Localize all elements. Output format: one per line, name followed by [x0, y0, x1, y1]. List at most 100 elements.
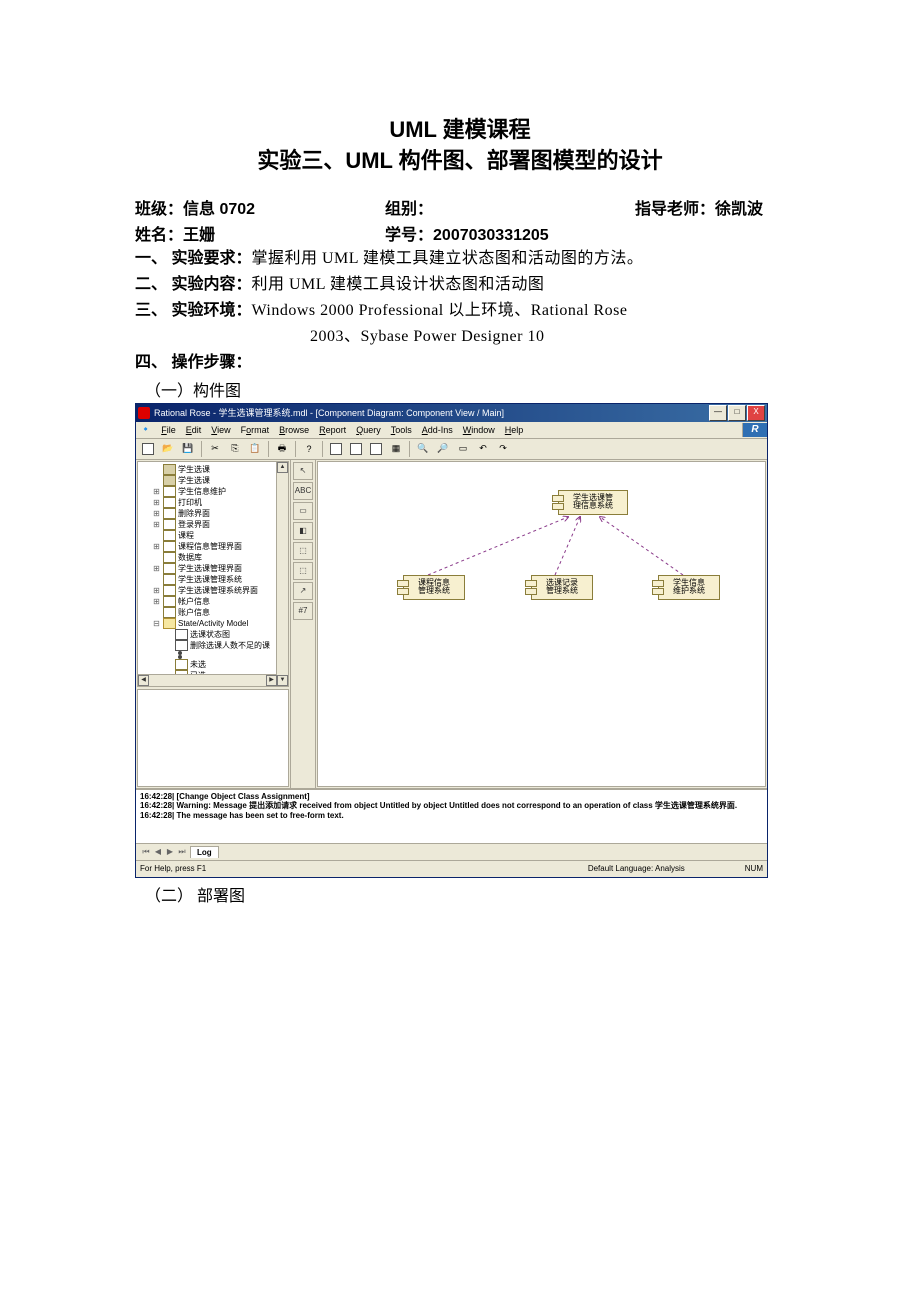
scroll-left-icon[interactable]: ◀ — [138, 675, 149, 686]
tb-open-icon[interactable]: 📂 — [159, 440, 177, 458]
menu-file[interactable]: File — [161, 425, 176, 435]
tab-prev-icon[interactable]: ◀ — [152, 847, 164, 856]
tree-item[interactable]: 数据库 — [140, 552, 286, 563]
tree-item[interactable]: ⊞打印机 — [140, 497, 286, 508]
maximize-button[interactable]: □ — [728, 405, 746, 421]
tree-item[interactable]: 删除选课人数不足的课 — [140, 640, 286, 651]
log-time: 16:42:28| — [140, 792, 174, 801]
tree-expand-icon[interactable]: ⊞ — [152, 541, 161, 552]
tree-item[interactable]: 课程 — [140, 530, 286, 541]
tree-scrollbar-vertical[interactable]: ▲ ▼ — [276, 462, 288, 686]
tree-expand-icon[interactable]: ⊞ — [152, 585, 161, 596]
tool-note-icon[interactable]: ▭ — [293, 502, 313, 520]
tb-view4-icon[interactable]: ▦ — [387, 440, 405, 458]
tree-item[interactable]: ⊞删除界面 — [140, 508, 286, 519]
tree-item[interactable]: 学生选课管理系统 — [140, 574, 286, 585]
tree-cls-icon — [163, 585, 176, 596]
tool-package-icon[interactable]: ⬚ — [293, 542, 313, 560]
tb-new-icon[interactable] — [139, 440, 157, 458]
tree-item[interactable]: ⊞学生选课管理界面 — [140, 563, 286, 574]
tree-item[interactable]: 学生选课 — [140, 464, 286, 475]
tree-expand-icon[interactable]: ⊞ — [152, 508, 161, 519]
scroll-right-icon[interactable]: ▶ — [266, 675, 277, 686]
tree-item[interactable]: ⊞ 登录界面 — [140, 519, 286, 530]
tb-fit-icon[interactable]: ▭ — [454, 440, 472, 458]
app-icon — [138, 407, 150, 419]
output-log[interactable]: 16:42:28| [Change Object Class Assignmen… — [136, 790, 767, 843]
tool-lock-icon[interactable]: #7 — [293, 602, 313, 620]
tree-scrollbar-horizontal[interactable]: ◀ ▶ — [138, 674, 277, 686]
tab-last-icon[interactable]: ⏭ — [176, 847, 188, 857]
name-label: 姓名： — [135, 227, 183, 244]
menu-query[interactable]: Query — [356, 425, 381, 435]
diagram-canvas[interactable]: 学生选课管 理信息系统 课程信息 管理系统 选课记录 管理系统 学生信息 维护系… — [317, 461, 766, 787]
close-button[interactable]: X — [747, 405, 765, 421]
tool-dependency-icon[interactable]: ↗ — [293, 582, 313, 600]
tb-redo-icon[interactable]: ↷ — [494, 440, 512, 458]
scroll-down-icon[interactable]: ▼ — [277, 675, 288, 686]
tree-item[interactable]: ⊞课程信息管理界面 — [140, 541, 286, 552]
tb-help-icon[interactable]: ? — [300, 440, 318, 458]
tree-expand-icon[interactable]: ⊞ — [152, 497, 161, 508]
tool-text-icon[interactable]: ABC — [293, 482, 313, 500]
menu-browse[interactable]: Browse — [279, 425, 309, 435]
component-top[interactable]: 学生选课管 理信息系统 — [558, 490, 628, 516]
browser-tree[interactable]: 学生选课学生选课⊞学生信息维护⊞打印机⊞删除界面⊞登录界面课程⊞课程信息管理界面… — [137, 461, 289, 687]
tree-item[interactable]: 学生选课 — [140, 475, 286, 486]
component-left[interactable]: 课程信息 管理系统 — [403, 575, 465, 601]
tree-expand-icon[interactable]: ⊞ — [152, 519, 161, 530]
id-value: 2007030331205 — [433, 227, 549, 244]
menu-addins[interactable]: Add-Ins — [422, 425, 453, 435]
tb-save-icon[interactable]: 💾 — [179, 440, 197, 458]
menu-window[interactable]: Window — [463, 425, 495, 435]
tool-subprog-icon[interactable]: ⬚ — [293, 562, 313, 580]
tree-expand-icon[interactable]: ⊞ — [152, 486, 161, 497]
tb-print-icon[interactable]: 🖶 — [273, 440, 291, 458]
tree-item[interactable]: 选课状态图 — [140, 629, 286, 640]
name-value: 王姗 — [183, 227, 215, 244]
tb-view2-icon[interactable] — [347, 440, 365, 458]
tb-cut-icon[interactable]: ✂ — [206, 440, 224, 458]
tree-item[interactable]: ⊞学生选课管理系统界面 — [140, 585, 286, 596]
menu-report[interactable]: Report — [319, 425, 346, 435]
tab-first-icon[interactable]: ⏮ — [140, 847, 152, 857]
sec3-lead: 三、 实验环境： — [135, 302, 251, 319]
tool-component-icon[interactable]: ◧ — [293, 522, 313, 540]
tb-undo-icon[interactable]: ↶ — [474, 440, 492, 458]
tb-view1-icon[interactable] — [327, 440, 345, 458]
titlebar[interactable]: Rational Rose - 学生选课管理系统.mdl - [Componen… — [136, 404, 767, 422]
component-right[interactable]: 学生信息 维护系统 — [658, 575, 720, 601]
tab-log[interactable]: Log — [190, 846, 219, 858]
tab-next-icon[interactable]: ▶ — [164, 847, 176, 856]
tree-item[interactable]: ⊞帐户信息 — [140, 596, 286, 607]
tree-expand-icon[interactable]: ⊞ — [152, 563, 161, 574]
menu-help[interactable]: Help — [505, 425, 524, 435]
tb-view3-icon[interactable] — [367, 440, 385, 458]
tb-paste-icon[interactable]: 📋 — [246, 440, 264, 458]
tree-bul-icon — [178, 651, 182, 655]
scroll-up-icon[interactable]: ▲ — [277, 462, 288, 473]
tb-copy-icon[interactable]: ⎘ — [226, 440, 244, 458]
tree-cls-icon — [163, 508, 176, 519]
documentation-pane[interactable] — [137, 689, 289, 787]
menu-format[interactable]: Format — [241, 425, 270, 435]
tree-item-label: 学生信息维护 — [178, 486, 226, 497]
component-mid[interactable]: 选课记录 管理系统 — [531, 575, 593, 601]
menu-tools[interactable]: Tools — [391, 425, 412, 435]
tree-item-label: 登录界面 — [178, 519, 210, 530]
tree-expand-icon[interactable]: ⊞ — [152, 596, 161, 607]
tree-item[interactable]: ⊟State/Activity Model — [140, 618, 286, 629]
tree-item[interactable]: ⊞ 学生信息维护 — [140, 486, 286, 497]
tb-zoomout-icon[interactable]: 🔎 — [434, 440, 452, 458]
tool-pointer-icon[interactable]: ↖ — [293, 462, 313, 480]
menu-edit[interactable]: Edit — [186, 425, 202, 435]
tree-expand-icon[interactable]: ⊟ — [152, 618, 161, 629]
sec2-lead: 二、 实验内容： — [135, 276, 251, 293]
tb-zoomin-icon[interactable]: 🔍 — [414, 440, 432, 458]
tree-item[interactable]: 未选 — [140, 659, 286, 670]
menu-view[interactable]: View — [211, 425, 230, 435]
tree-cls-icon — [163, 541, 176, 552]
left-pane: 学生选课学生选课⊞学生信息维护⊞打印机⊞删除界面⊞登录界面课程⊞课程信息管理界面… — [136, 460, 291, 788]
tree-item[interactable]: 账户信息 — [140, 607, 286, 618]
minimize-button[interactable]: — — [709, 405, 727, 421]
